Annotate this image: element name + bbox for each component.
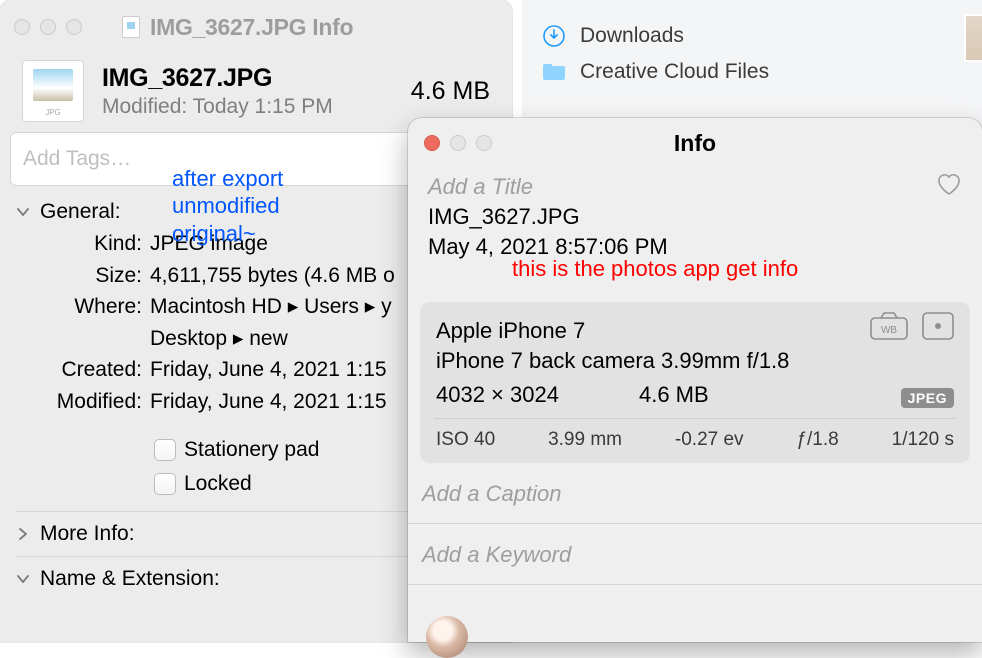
focus-point-icon xyxy=(922,312,954,346)
modified-value: Friday, June 4, 2021 1:15 xyxy=(150,386,387,418)
proxy-icon[interactable] xyxy=(122,16,140,38)
section-label: Name & Extension: xyxy=(40,567,220,591)
close-button[interactable] xyxy=(14,19,30,35)
section-label: More Info: xyxy=(40,522,135,546)
svg-text:WB: WB xyxy=(881,325,897,336)
checkbox-icon xyxy=(154,473,176,495)
folder-icon xyxy=(542,60,566,84)
traffic-lights xyxy=(14,19,82,35)
modified-label: Modified: xyxy=(24,386,150,418)
titlebar: Info xyxy=(408,118,982,168)
checkbox-label: Stationery pad xyxy=(184,438,319,462)
window-title: IMG_3627.JPG Info xyxy=(150,14,353,41)
where-label: Where: xyxy=(24,291,150,323)
sidebar-item-creative-cloud[interactable]: Creative Cloud Files xyxy=(532,54,972,90)
chevron-right-icon xyxy=(16,527,30,541)
downloads-icon xyxy=(542,24,566,48)
tags-placeholder: Add Tags… xyxy=(23,147,131,171)
where-value-2: Desktop ▸ new xyxy=(150,323,288,355)
file-thumbnail[interactable] xyxy=(964,14,982,62)
exif-iso: ISO 40 xyxy=(436,429,495,451)
exif-card: WB Apple iPhone 7 iPhone 7 back camera 3… xyxy=(420,302,970,463)
favorite-icon[interactable] xyxy=(936,172,962,202)
kind-label: Kind: xyxy=(24,228,150,260)
sidebar-item-label: Creative Cloud Files xyxy=(580,60,769,84)
caption-input[interactable]: Add a Caption xyxy=(408,463,982,507)
file-size: 4.6 MB xyxy=(639,382,709,408)
annotation-red: this is the photos app get info xyxy=(512,256,798,282)
titlebar: IMG_3627.JPG Info xyxy=(0,0,512,54)
file-icon xyxy=(22,60,84,122)
exif-shutter: 1/120 s xyxy=(892,429,954,451)
keyword-input[interactable]: Add a Keyword xyxy=(408,524,982,568)
checkbox-icon xyxy=(154,439,176,461)
camera-wb-icon: WB xyxy=(870,312,908,346)
annotation-blue: after export unmodified original~ xyxy=(172,165,283,247)
photos-info-window: Info Add a Title IMG_3627.JPG May 4, 202… xyxy=(408,118,982,642)
file-name: IMG_3627.JPG xyxy=(102,64,393,93)
exif-aperture: ƒ/1.8 xyxy=(796,429,838,451)
exif-ev: -0.27 ev xyxy=(675,429,744,451)
checkbox-label: Locked xyxy=(184,472,252,496)
chevron-down-icon xyxy=(16,205,30,219)
created-label: Created: xyxy=(24,354,150,386)
where-value: Macintosh HD ▸ Users ▸ y xyxy=(150,291,392,323)
exif-focal: 3.99 mm xyxy=(548,429,622,451)
section-label: General: xyxy=(40,200,121,224)
minimize-button[interactable] xyxy=(40,19,56,35)
created-value: Friday, June 4, 2021 1:15 xyxy=(150,354,387,386)
face-avatar[interactable] xyxy=(426,616,468,658)
format-badge: JPEG xyxy=(901,388,954,408)
size-label: Size: xyxy=(24,260,150,292)
modified-short: Modified: Today 1:15 PM xyxy=(102,95,393,119)
sidebar-item-downloads[interactable]: Downloads xyxy=(532,18,972,54)
photo-filename: IMG_3627.JPG xyxy=(428,202,962,230)
dimensions: 4032 × 3024 xyxy=(436,382,559,408)
window-title: Info xyxy=(408,130,982,157)
lens-name: iPhone 7 back camera 3.99mm f/1.8 xyxy=(436,346,954,376)
zoom-button[interactable] xyxy=(66,19,82,35)
chevron-down-icon xyxy=(16,572,30,586)
size-value: 4,611,755 bytes (4.6 MB o xyxy=(150,260,395,292)
title-input[interactable]: Add a Title xyxy=(428,172,533,202)
sidebar-item-label: Downloads xyxy=(580,24,684,48)
file-size-short: 4.6 MB xyxy=(411,77,490,106)
